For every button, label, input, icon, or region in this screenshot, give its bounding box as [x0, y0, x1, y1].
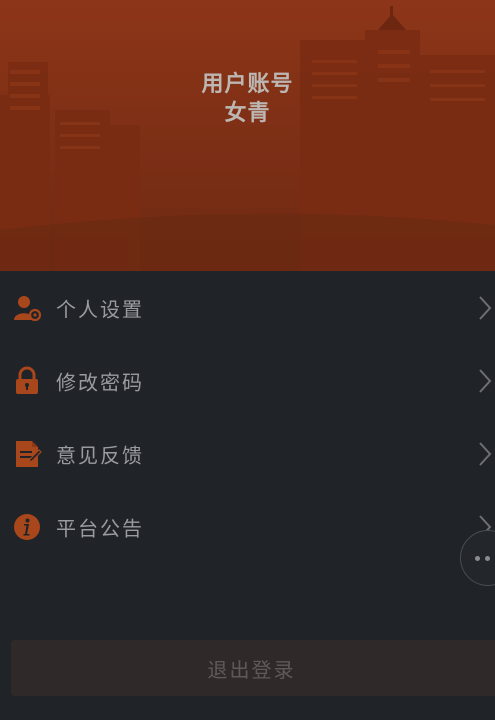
menu-label: 个人设置	[56, 297, 144, 321]
chevron-right-icon	[479, 368, 492, 393]
more-dots-icon	[475, 556, 495, 561]
account-info: 用户账号 女青	[0, 70, 495, 128]
profile-header: 用户账号 女青	[0, 0, 495, 271]
chevron-right-icon	[479, 295, 492, 320]
account-name: 女青	[224, 101, 271, 126]
menu-item-announcements[interactable]: 平台公告	[0, 490, 495, 563]
menu-item-change-password[interactable]: 修改密码	[0, 344, 495, 417]
menu-item-personal-settings[interactable]: 个人设置	[0, 271, 495, 344]
settings-menu: 个人设置 修改密码 意见反馈 平台公告	[0, 271, 495, 563]
lock-icon	[12, 366, 42, 396]
menu-label: 平台公告	[56, 516, 144, 540]
menu-label: 修改密码	[56, 370, 144, 394]
feedback-document-icon	[12, 439, 42, 469]
info-icon	[12, 512, 42, 542]
logout-button[interactable]: 退出登录	[11, 640, 495, 696]
logout-label: 退出登录	[207, 657, 296, 682]
menu-label: 意见反馈	[56, 443, 144, 467]
user-settings-icon	[12, 293, 42, 323]
city-skyline-background	[0, 6, 495, 271]
menu-item-feedback[interactable]: 意见反馈	[0, 417, 495, 490]
chevron-right-icon	[479, 441, 492, 466]
profile-page: 用户账号 女青 个人设置 修改密码 意见反馈 平台公告 退出登录	[0, 0, 495, 720]
account-label: 用户账号	[201, 72, 294, 97]
